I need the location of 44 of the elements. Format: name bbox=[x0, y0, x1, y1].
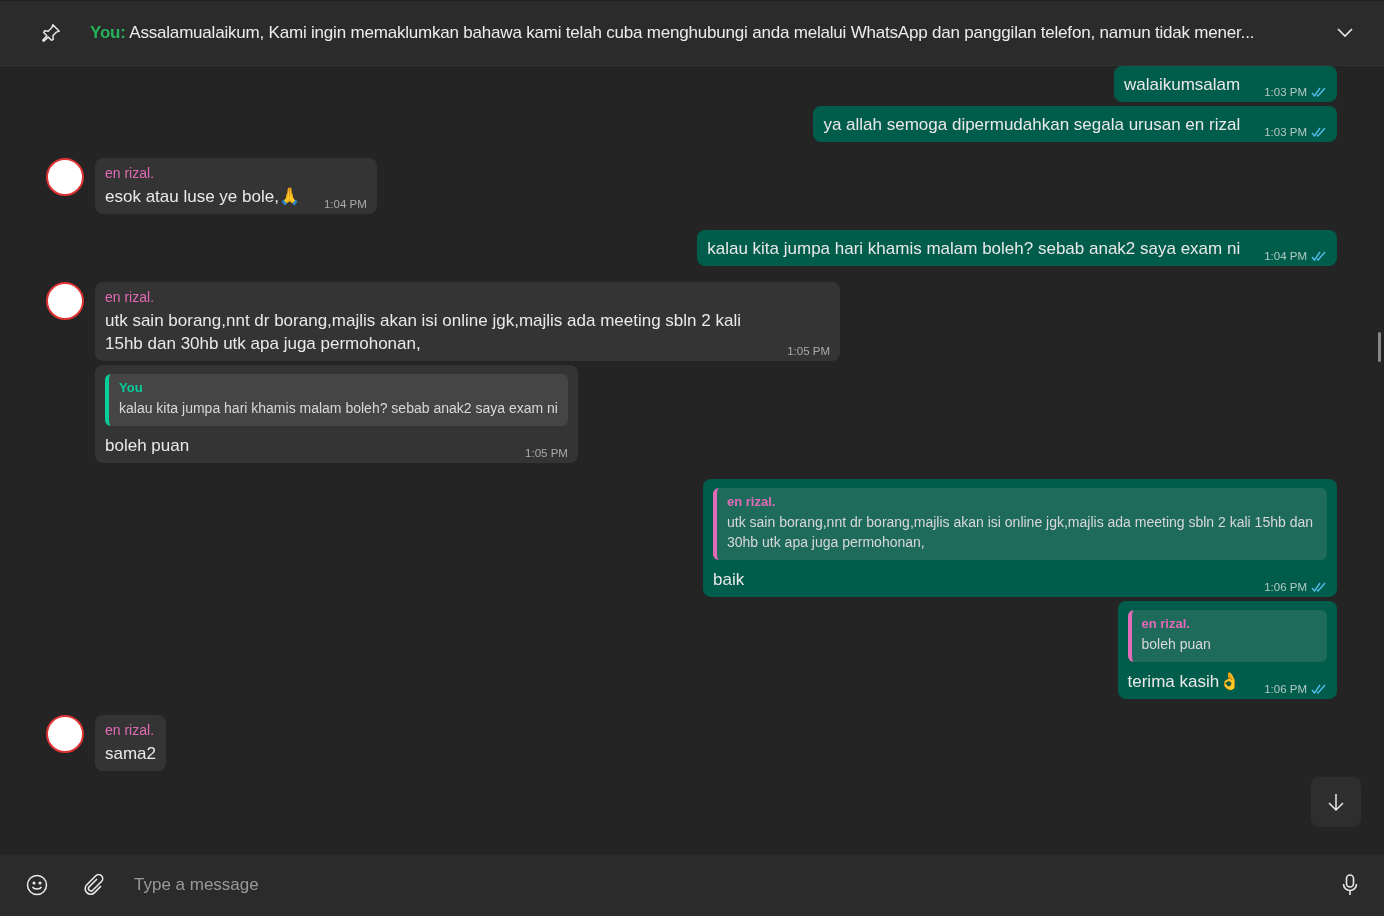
pinned-message-text: You: Assalamualaikum, Kami ingin memaklumkan bahawa kami telah cuba menghubungi anda melalui WhatsApp dan panggilan telefon, namun tidak mener... bbox=[90, 23, 1256, 43]
message-text: ya allah semoga dipermudahkan segala urusan en rizal bbox=[823, 114, 1241, 136]
quoted-sender-name: You bbox=[119, 380, 144, 395]
quoted-text: kalau kita jumpa hari khamis malam boleh? sebab anak2 saya exam ni bbox=[119, 399, 558, 418]
quoted-message[interactable]: You kalau kita jumpa hari khamis malam boleh? sebab anak2 saya exam ni bbox=[105, 374, 568, 426]
message-composer[interactable]: Type a message bbox=[0, 853, 1384, 916]
message-time: 1:03 PM bbox=[1264, 126, 1307, 138]
scrollbar-thumb[interactable] bbox=[1378, 332, 1381, 362]
message-text: boleh puan bbox=[105, 435, 190, 457]
message-time: 1:06 PM bbox=[1264, 683, 1307, 695]
scroll-down-button[interactable] bbox=[1311, 777, 1361, 827]
message-text: sama2 bbox=[105, 743, 157, 765]
message-text: kalau kita jumpa hari khamis malam boleh? sebab anak2 saya exam ni bbox=[707, 238, 1241, 260]
message-time: 1:05 PM bbox=[787, 345, 830, 357]
message-text: esok atau luse ye bole,🙏 bbox=[105, 186, 300, 208]
avatar[interactable] bbox=[46, 715, 84, 753]
arrow-down-icon bbox=[1326, 792, 1346, 812]
message-time: 1:03 PM bbox=[1264, 86, 1307, 98]
message-input-field[interactable]: Type a message bbox=[132, 869, 1306, 901]
sender-name: en rizal. bbox=[105, 722, 156, 738]
message-time: 1:04 PM bbox=[1264, 250, 1307, 262]
message-text: baik bbox=[713, 569, 745, 591]
pin-icon bbox=[40, 22, 62, 44]
sender-name: en rizal. bbox=[105, 289, 156, 305]
message-text: utk sain borang,nnt dr borang,majlis akan isi online jgk,majlis ada meeting sbln 2 kali 15hb dan 30hb utk apa juga permohonan, bbox=[105, 310, 742, 355]
chevron-down-icon[interactable] bbox=[1336, 27, 1354, 39]
message-text: terima kasih👌 bbox=[1127, 671, 1241, 693]
message-time: 1:05 PM bbox=[525, 447, 568, 459]
message-text: walaikumsalam bbox=[1123, 74, 1241, 96]
quoted-sender-name: en rizal. bbox=[1141, 616, 1191, 631]
sender-name: en rizal. bbox=[105, 165, 156, 181]
microphone-icon[interactable] bbox=[1342, 874, 1358, 896]
quoted-sender-name: en rizal. bbox=[727, 494, 777, 509]
pinned-message-bar[interactable]: You: Assalamualaikum, Kami ingin memaklumkan bahawa kami telah cuba menghubungi anda melalui WhatsApp dan panggilan telefon, namun tidak mener... bbox=[0, 0, 1384, 66]
quoted-message[interactable]: en rizal. boleh puan bbox=[1127, 610, 1327, 662]
paperclip-icon[interactable] bbox=[84, 874, 104, 896]
avatar[interactable] bbox=[46, 282, 84, 320]
emoji-icon[interactable] bbox=[26, 874, 48, 896]
message-time: 1:04 PM bbox=[323, 198, 367, 210]
quoted-message[interactable]: en rizal. utk sain borang,nnt dr borang,majlis akan isi online jgk,majlis ada meeting sbln 2 kali 15hb dan 30hb utk apa juga permohonan, bbox=[713, 488, 1327, 560]
message-time: 1:06 PM bbox=[1264, 581, 1307, 593]
quoted-text: utk sain borang,nnt dr borang,majlis akan isi online jgk,majlis ada meeting sbln 2 kali 15hb dan 30hb utk apa juga permohonan, bbox=[727, 513, 1314, 552]
avatar[interactable] bbox=[46, 158, 84, 196]
quoted-text: boleh puan bbox=[1141, 635, 1212, 654]
